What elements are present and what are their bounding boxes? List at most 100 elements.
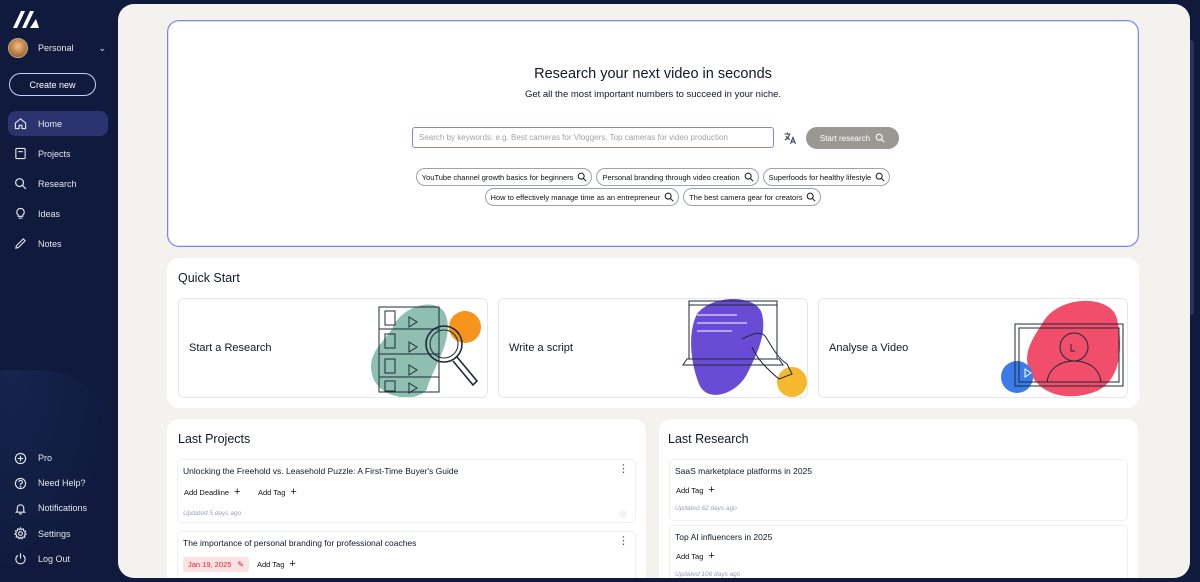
main-content: Research your next video in seconds Get … <box>118 4 1190 578</box>
help-icon <box>14 477 27 489</box>
project-item[interactable]: The importance of personal branding for … <box>177 531 636 578</box>
project-title: The importance of personal branding for … <box>183 538 417 548</box>
create-new-button[interactable]: Create new <box>9 73 96 96</box>
sidebar-item-ideas[interactable]: Ideas <box>8 201 108 226</box>
sidebar-item-label: Home <box>38 118 63 129</box>
avatar <box>8 38 28 58</box>
sidebar-item-logout[interactable]: Log Out <box>8 549 108 569</box>
sidebar-item-label: Pro <box>38 453 53 463</box>
add-tag-button[interactable]: Add Tag + <box>672 482 719 498</box>
plus-icon: + <box>234 486 241 498</box>
sidebar-item-pro[interactable]: Pro <box>8 448 108 468</box>
search-icon <box>744 172 754 182</box>
profile-name: Personal <box>38 43 74 53</box>
sidebar: Personal ⌄ Create new Home Projects Rese… <box>0 0 118 582</box>
script-illustration-icon <box>682 299 807 397</box>
sidebar-item-projects[interactable]: Projects <box>8 141 108 166</box>
chip-label: The best camera gear for creators <box>689 192 803 202</box>
research-search-input[interactable] <box>412 127 774 148</box>
home-icon <box>14 118 27 130</box>
more-options-icon[interactable]: ⋮ <box>618 464 629 475</box>
status-dot <box>619 510 627 518</box>
research-item[interactable]: Top AI influencers in 2025 Add Tag + Upd… <box>669 525 1128 578</box>
search-icon <box>15 178 27 190</box>
add-tag-button[interactable]: Add Tag + <box>253 556 300 572</box>
sidebar-item-research[interactable]: Research <box>8 171 108 196</box>
edit-pencil-icon: ✎ <box>237 560 245 569</box>
plus-icon: + <box>290 486 297 498</box>
project-title: Unlocking the Freehold vs. Leasehold Puz… <box>183 466 459 476</box>
project-item[interactable]: Unlocking the Freehold vs. Leasehold Puz… <box>177 459 636 523</box>
card-label: Analyse a Video <box>829 342 909 354</box>
plus-circle-icon <box>14 452 27 464</box>
sidebar-item-label: Settings <box>38 528 71 539</box>
research-item[interactable]: SaaS marketplace platforms in 2025 Add T… <box>669 459 1128 521</box>
plus-icon: + <box>708 484 715 496</box>
bell-icon <box>14 504 27 515</box>
pencil-icon <box>15 238 26 249</box>
lightbulb-icon <box>16 207 25 219</box>
search-icon <box>875 133 885 143</box>
quick-start-title: Quick Start <box>178 271 240 285</box>
quick-start-panel: Quick Start Start a Research Write a scr… <box>167 258 1139 408</box>
sidebar-item-settings[interactable]: Settings <box>8 524 108 544</box>
add-tag-label: Add Tag <box>258 487 286 497</box>
last-research-panel: Last Research SaaS marketplace platforms… <box>659 419 1138 578</box>
search-icon <box>875 172 885 182</box>
search-icon <box>664 192 674 202</box>
analyse-video-card[interactable]: Analyse a Video <box>818 298 1128 398</box>
hero-title: Research your next video in seconds <box>534 66 772 82</box>
plus-icon: + <box>708 550 715 562</box>
add-tag-button[interactable]: Add Tag + <box>254 484 301 500</box>
suggestion-chips-row: How to effectively manage time as an ent… <box>168 188 1138 206</box>
add-tag-label: Add Tag <box>257 559 285 569</box>
sidebar-item-label: Ideas <box>38 208 61 219</box>
sidebar-item-notifications[interactable]: Notifications <box>8 498 108 518</box>
sidebar-item-home[interactable]: Home <box>8 111 108 136</box>
write-script-card[interactable]: Write a script <box>498 298 808 398</box>
app-logo-icon[interactable] <box>12 8 40 30</box>
video-analysis-illustration-icon <box>1001 300 1124 397</box>
deadline-date-badge[interactable]: Jan 19, 2025 ✎ <box>183 557 250 572</box>
add-tag-button[interactable]: Add Tag + <box>672 548 719 564</box>
sidebar-item-label: Log Out <box>38 553 71 564</box>
chip-label: Superfoods for healthy lifestyle <box>768 172 872 182</box>
chip-label: How to effectively manage time as an ent… <box>490 192 661 202</box>
sidebar-item-label: Notes <box>38 238 62 249</box>
start-research-button[interactable]: Start research <box>806 127 899 149</box>
research-title: SaaS marketplace platforms in 2025 <box>675 466 813 476</box>
sidebar-item-notes[interactable]: Notes <box>8 231 108 256</box>
start-research-label: Start research <box>819 133 871 143</box>
chevron-down-icon: ⌄ <box>98 43 106 53</box>
suggestion-chip[interactable]: Superfoods for healthy lifestyle <box>762 168 891 186</box>
add-tag-label: Add Tag <box>676 551 704 561</box>
suggestion-chip[interactable]: Personal branding through video creation <box>596 168 759 186</box>
suggestion-chip[interactable]: How to effectively manage time as an ent… <box>484 188 680 206</box>
last-projects-panel: Last Projects Unlocking the Freehold vs.… <box>167 419 646 578</box>
research-hero-panel: Research your next video in seconds Get … <box>167 20 1139 247</box>
projects-icon <box>15 147 26 160</box>
profile-switcher[interactable]: Personal ⌄ <box>8 38 108 58</box>
start-research-card[interactable]: Start a Research <box>178 298 488 398</box>
updated-time: Updated 5 days ago <box>183 510 242 517</box>
suggestion-chip[interactable]: The best camera gear for creators <box>683 188 822 206</box>
add-deadline-button[interactable]: Add Deadline + <box>180 484 245 500</box>
search-icon <box>578 172 587 182</box>
suggestion-chip[interactable]: YouTube channel growth basics for beginn… <box>415 168 593 186</box>
sidebar-item-help[interactable]: Need Help? <box>8 473 108 493</box>
sidebar-item-label: Research <box>38 178 77 189</box>
sidebar-item-label: Need Help? <box>38 478 86 489</box>
last-projects-title: Last Projects <box>178 432 251 446</box>
search-icon <box>807 192 816 202</box>
translate-icon[interactable] <box>783 131 797 145</box>
research-illustration-icon <box>371 304 481 397</box>
hero-subtitle: Get all the most important numbers to su… <box>524 89 782 100</box>
updated-time: Updated 106 days ago <box>675 571 741 578</box>
card-label: Write a script <box>509 342 573 354</box>
gear-icon <box>14 527 27 540</box>
more-options-icon[interactable]: ⋮ <box>618 536 629 547</box>
updated-time: Updated 62 days ago <box>675 505 737 512</box>
sidebar-item-label: Notifications <box>38 503 88 514</box>
sidebar-bottom-nav: Pro Need Help? Notifications Settings Lo… <box>8 448 108 574</box>
plus-icon: + <box>289 558 296 570</box>
